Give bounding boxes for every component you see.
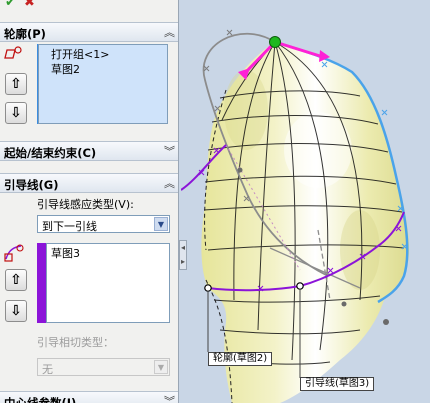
guide-section-title: 引导线(G)	[4, 178, 59, 192]
profile-section-title: 轮廓(P)	[4, 27, 46, 41]
expand-icon[interactable]: ︾	[164, 393, 175, 403]
start-point-handle[interactable]	[269, 36, 281, 48]
checkmark-icon[interactable]: ✔	[5, 0, 16, 10]
influence-type-label: 引导线感应类型(V):	[37, 198, 134, 211]
close-icon[interactable]: ✖	[24, 0, 35, 10]
move-up-button[interactable]: ⇧	[5, 73, 27, 95]
list-item[interactable]: 草图2	[39, 62, 167, 77]
profile-callout[interactable]: 轮廓(草图2)	[208, 352, 273, 366]
move-down-button[interactable]: ⇩	[5, 102, 27, 124]
centerline-section-title: 中心线参数(I)	[4, 396, 77, 403]
list-item[interactable]: 草图3	[47, 246, 169, 261]
tangency-type-select: 无 ▼	[37, 358, 170, 376]
constraint-section-header[interactable]: 起始/结束约束(C) ︾	[0, 141, 178, 161]
chevron-down-icon[interactable]: ▼	[154, 217, 168, 231]
centerline-section-header[interactable]: 中心线参数(I) ︾	[0, 391, 178, 403]
move-up-button[interactable]: ⇧	[5, 269, 27, 291]
guide-section-header[interactable]: 引导线(G) ︽	[0, 173, 178, 193]
collapse-icon[interactable]: ︽	[164, 24, 175, 40]
expand-icon[interactable]: ︾	[164, 143, 175, 159]
chevron-down-icon: ▼	[154, 360, 168, 374]
property-manager: ✔ ✖ 轮廓(P) ︽ 打开组<1> 草图2 ⇧ ⇩ 起始/结束约束(C) ︾ …	[0, 0, 179, 403]
move-down-button[interactable]: ⇩	[5, 300, 27, 322]
tangency-type-label: 引导相切类型：	[37, 336, 114, 349]
collapse-icon[interactable]: ︽	[164, 175, 175, 191]
profile-icon	[3, 46, 23, 64]
profile-section-header[interactable]: 轮廓(P) ︽	[0, 22, 178, 42]
graphics-area[interactable]: 轮廓(草图2) 引导线(草图3)	[181, 0, 430, 403]
list-item[interactable]: 打开组<1>	[39, 47, 167, 62]
tangency-type-value: 无	[42, 363, 53, 376]
profile-list[interactable]: 打开组<1> 草图2	[38, 44, 168, 124]
guide-list-color	[37, 243, 46, 323]
constraint-section-title: 起始/结束约束(C)	[4, 146, 97, 160]
guide-curve-icon	[3, 243, 25, 267]
confirm-bar: ✔ ✖	[0, 0, 178, 12]
influence-type-select[interactable]: 到下一引线 ▼	[37, 215, 170, 233]
loft-preview	[181, 29, 410, 403]
guide-callout[interactable]: 引导线(草图3)	[300, 377, 375, 391]
influence-type-value: 到下一引线	[42, 220, 97, 233]
guide-list[interactable]: 草图3	[46, 243, 170, 323]
